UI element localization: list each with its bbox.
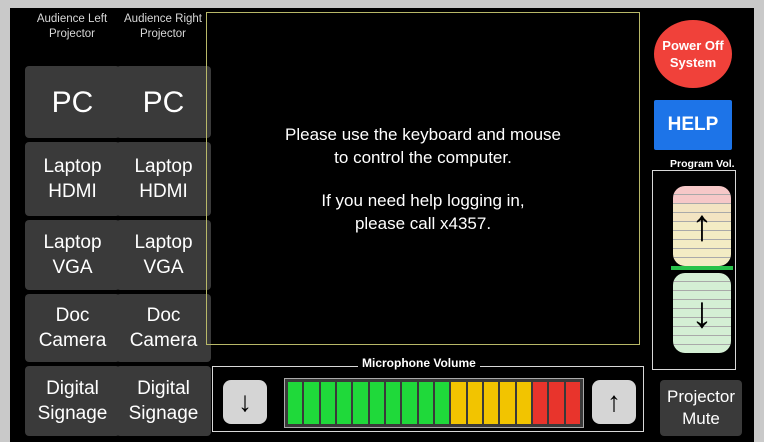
- meter-segment: [402, 382, 417, 424]
- right-laptop-hdmi-button[interactable]: Laptop HDMI: [116, 142, 211, 216]
- arrow-up-icon: ↑: [607, 386, 621, 417]
- arrow-down-icon: ↓: [691, 288, 713, 337]
- arrow-down-icon: ↓: [238, 386, 252, 417]
- program-volume-label: Program Vol.: [667, 158, 738, 170]
- meter-segment: [385, 382, 401, 424]
- meter-segment: [304, 382, 319, 424]
- meter-segment: [516, 382, 531, 424]
- microphone-level-meter: [284, 378, 584, 428]
- arrow-up-icon: ↑: [691, 201, 713, 250]
- left-laptop-hdmi-button[interactable]: Laptop HDMI: [25, 142, 120, 216]
- meter-segment: [500, 382, 515, 424]
- meter-segment: [467, 382, 482, 424]
- meter-segment: [288, 382, 303, 424]
- right-doc-camera-button[interactable]: Doc Camera: [116, 294, 211, 362]
- meter-segment: [353, 382, 368, 424]
- left-doc-camera-button[interactable]: Doc Camera: [25, 294, 120, 362]
- right-digital-signage-button[interactable]: Digital Signage: [116, 366, 211, 436]
- meter-segment: [451, 382, 466, 424]
- program-volume-up-button[interactable]: ↑: [673, 186, 731, 266]
- keyboard-instructions: Please use the keyboard and mouse to con…: [285, 124, 561, 167]
- right-projector-header: Audience Right Projector: [124, 13, 202, 40]
- meter-segment: [483, 382, 499, 424]
- right-laptop-vga-button[interactable]: Laptop VGA: [116, 220, 211, 290]
- left-projector-header: Audience Left Projector: [36, 13, 108, 40]
- program-volume-down-button[interactable]: ↓: [673, 273, 731, 353]
- help-instructions: If you need help logging in, please call…: [321, 190, 525, 233]
- left-pc-button[interactable]: PC: [25, 66, 120, 138]
- microphone-volume-down-button[interactable]: ↓: [223, 380, 267, 424]
- meter-segment: [369, 382, 384, 424]
- right-pc-button[interactable]: PC: [116, 66, 211, 138]
- meter-segment: [565, 382, 580, 424]
- microphone-volume-label: Microphone Volume: [358, 356, 480, 370]
- help-button[interactable]: HELP: [654, 100, 732, 150]
- left-digital-signage-button[interactable]: Digital Signage: [25, 366, 120, 436]
- meter-segment: [320, 382, 335, 424]
- left-laptop-vga-button[interactable]: Laptop VGA: [25, 220, 120, 290]
- message-area: Please use the keyboard and mouse to con…: [206, 12, 640, 345]
- meter-segment: [532, 382, 548, 424]
- meter-segment: [434, 382, 450, 424]
- power-off-button[interactable]: Power Off System: [654, 20, 732, 88]
- meter-segment: [418, 382, 433, 424]
- meter-segment: [549, 382, 564, 424]
- microphone-volume-up-button[interactable]: ↑: [592, 380, 636, 424]
- program-volume-level-indicator: [671, 266, 733, 270]
- projector-mute-button[interactable]: Projector Mute: [660, 380, 742, 436]
- meter-segment: [336, 382, 352, 424]
